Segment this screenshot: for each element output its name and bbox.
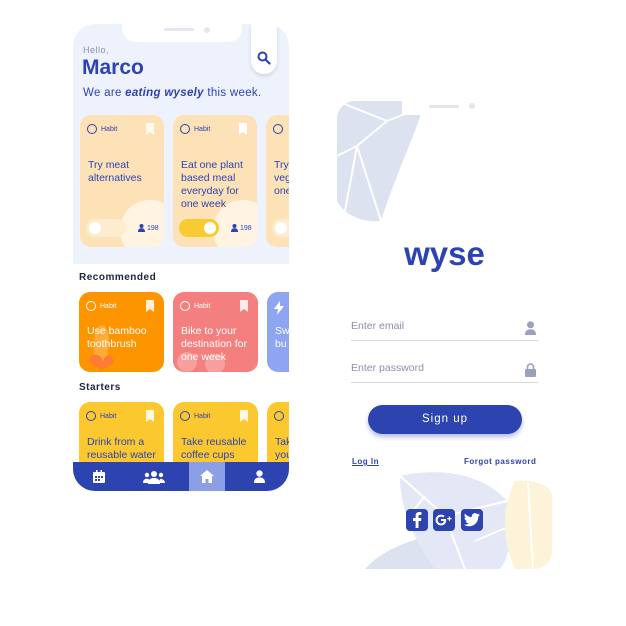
google-plus-icon	[435, 514, 452, 526]
habit-toggle[interactable]	[86, 219, 126, 237]
habit-card[interactable]: Habit Eat one plant based meal everyday …	[173, 115, 257, 247]
habit-title: Eat one plant based meal everyday for on…	[181, 159, 243, 210]
signup-screen: wyse Sign up Log In Forgot password	[337, 101, 552, 569]
greeting: Hello,	[83, 45, 110, 55]
bookmark-icon[interactable]	[239, 123, 247, 135]
clock-icon	[86, 301, 96, 311]
bookmark-icon[interactable]	[146, 300, 154, 312]
leaf-decoration	[337, 101, 426, 222]
email-field[interactable]	[351, 314, 538, 341]
signup-button[interactable]: Sign up	[368, 405, 522, 434]
tab-community[interactable]	[136, 462, 172, 491]
tab-calendar[interactable]	[81, 462, 117, 491]
habit-title: Try meat alternatives	[88, 159, 142, 184]
recommended-card[interactable]: Habit Bike to your destination for one w…	[173, 292, 258, 372]
search-icon	[257, 51, 271, 65]
habit-title: Try veg one	[274, 159, 289, 197]
user-name: Marco	[82, 56, 144, 79]
twitter-icon	[464, 513, 480, 527]
tab-home[interactable]	[189, 462, 225, 491]
recommended-card[interactable]: Sw bu	[267, 292, 289, 372]
habit-card[interactable]: Try veg one	[266, 115, 289, 247]
tagline: We are eating wysely this week.	[83, 87, 262, 99]
password-input[interactable]	[351, 362, 511, 374]
tab-bar	[73, 462, 289, 491]
habit-toggle[interactable]	[179, 219, 219, 237]
clock-icon	[87, 124, 97, 134]
card-title: Use bamboo toothbrush	[87, 325, 147, 350]
habit-card[interactable]: Habit Try meat alternatives 198	[80, 115, 164, 247]
clock-icon	[273, 124, 283, 134]
email-input[interactable]	[351, 320, 511, 332]
twitter-button[interactable]	[461, 509, 483, 531]
card-title: Sw bu	[275, 325, 289, 350]
login-link[interactable]: Log In	[352, 457, 379, 466]
calendar-icon	[93, 469, 105, 483]
group-icon	[143, 470, 165, 484]
leaf-decoration	[365, 472, 552, 569]
home-screen: Hello, Marco We are eating wysely this w…	[73, 24, 289, 491]
habit-toggle[interactable]	[272, 219, 289, 237]
phone-notch	[402, 101, 520, 115]
user-icon	[525, 321, 536, 335]
recommended-card[interactable]: Habit Use bamboo toothbrush	[79, 292, 164, 372]
forgot-password-link[interactable]: Forgot password	[464, 457, 536, 466]
tab-profile[interactable]	[241, 462, 277, 491]
clock-icon	[274, 411, 284, 421]
facebook-icon	[413, 512, 422, 528]
recommended-heading: Recommended	[79, 272, 157, 283]
bookmark-icon[interactable]	[146, 410, 154, 422]
bookmark-icon[interactable]	[240, 410, 248, 422]
facebook-button[interactable]	[406, 509, 428, 531]
bookmark-icon[interactable]	[146, 123, 154, 135]
app-logo: wyse	[404, 235, 485, 272]
search-button[interactable]	[251, 24, 277, 74]
participant-count: 198	[231, 224, 252, 232]
clock-icon	[180, 411, 190, 421]
home-icon	[200, 470, 214, 483]
phone-notch	[122, 24, 242, 42]
profile-icon	[253, 470, 265, 483]
google-plus-button[interactable]	[433, 509, 455, 531]
bookmark-icon[interactable]	[240, 300, 248, 312]
clock-icon	[180, 124, 190, 134]
lock-icon	[525, 363, 536, 377]
card-title: Drink from a reusable water	[87, 436, 156, 461]
starters-heading: Starters	[79, 382, 121, 393]
card-title: Bike to your destination for one week	[181, 325, 247, 363]
person-icon	[231, 224, 238, 232]
clock-icon	[86, 411, 96, 421]
participant-count: 198	[138, 224, 159, 232]
lightning-icon	[274, 301, 284, 315]
card-title: Tak you	[275, 436, 289, 461]
person-icon	[138, 224, 145, 232]
password-field[interactable]	[351, 356, 538, 383]
clock-icon	[180, 301, 190, 311]
